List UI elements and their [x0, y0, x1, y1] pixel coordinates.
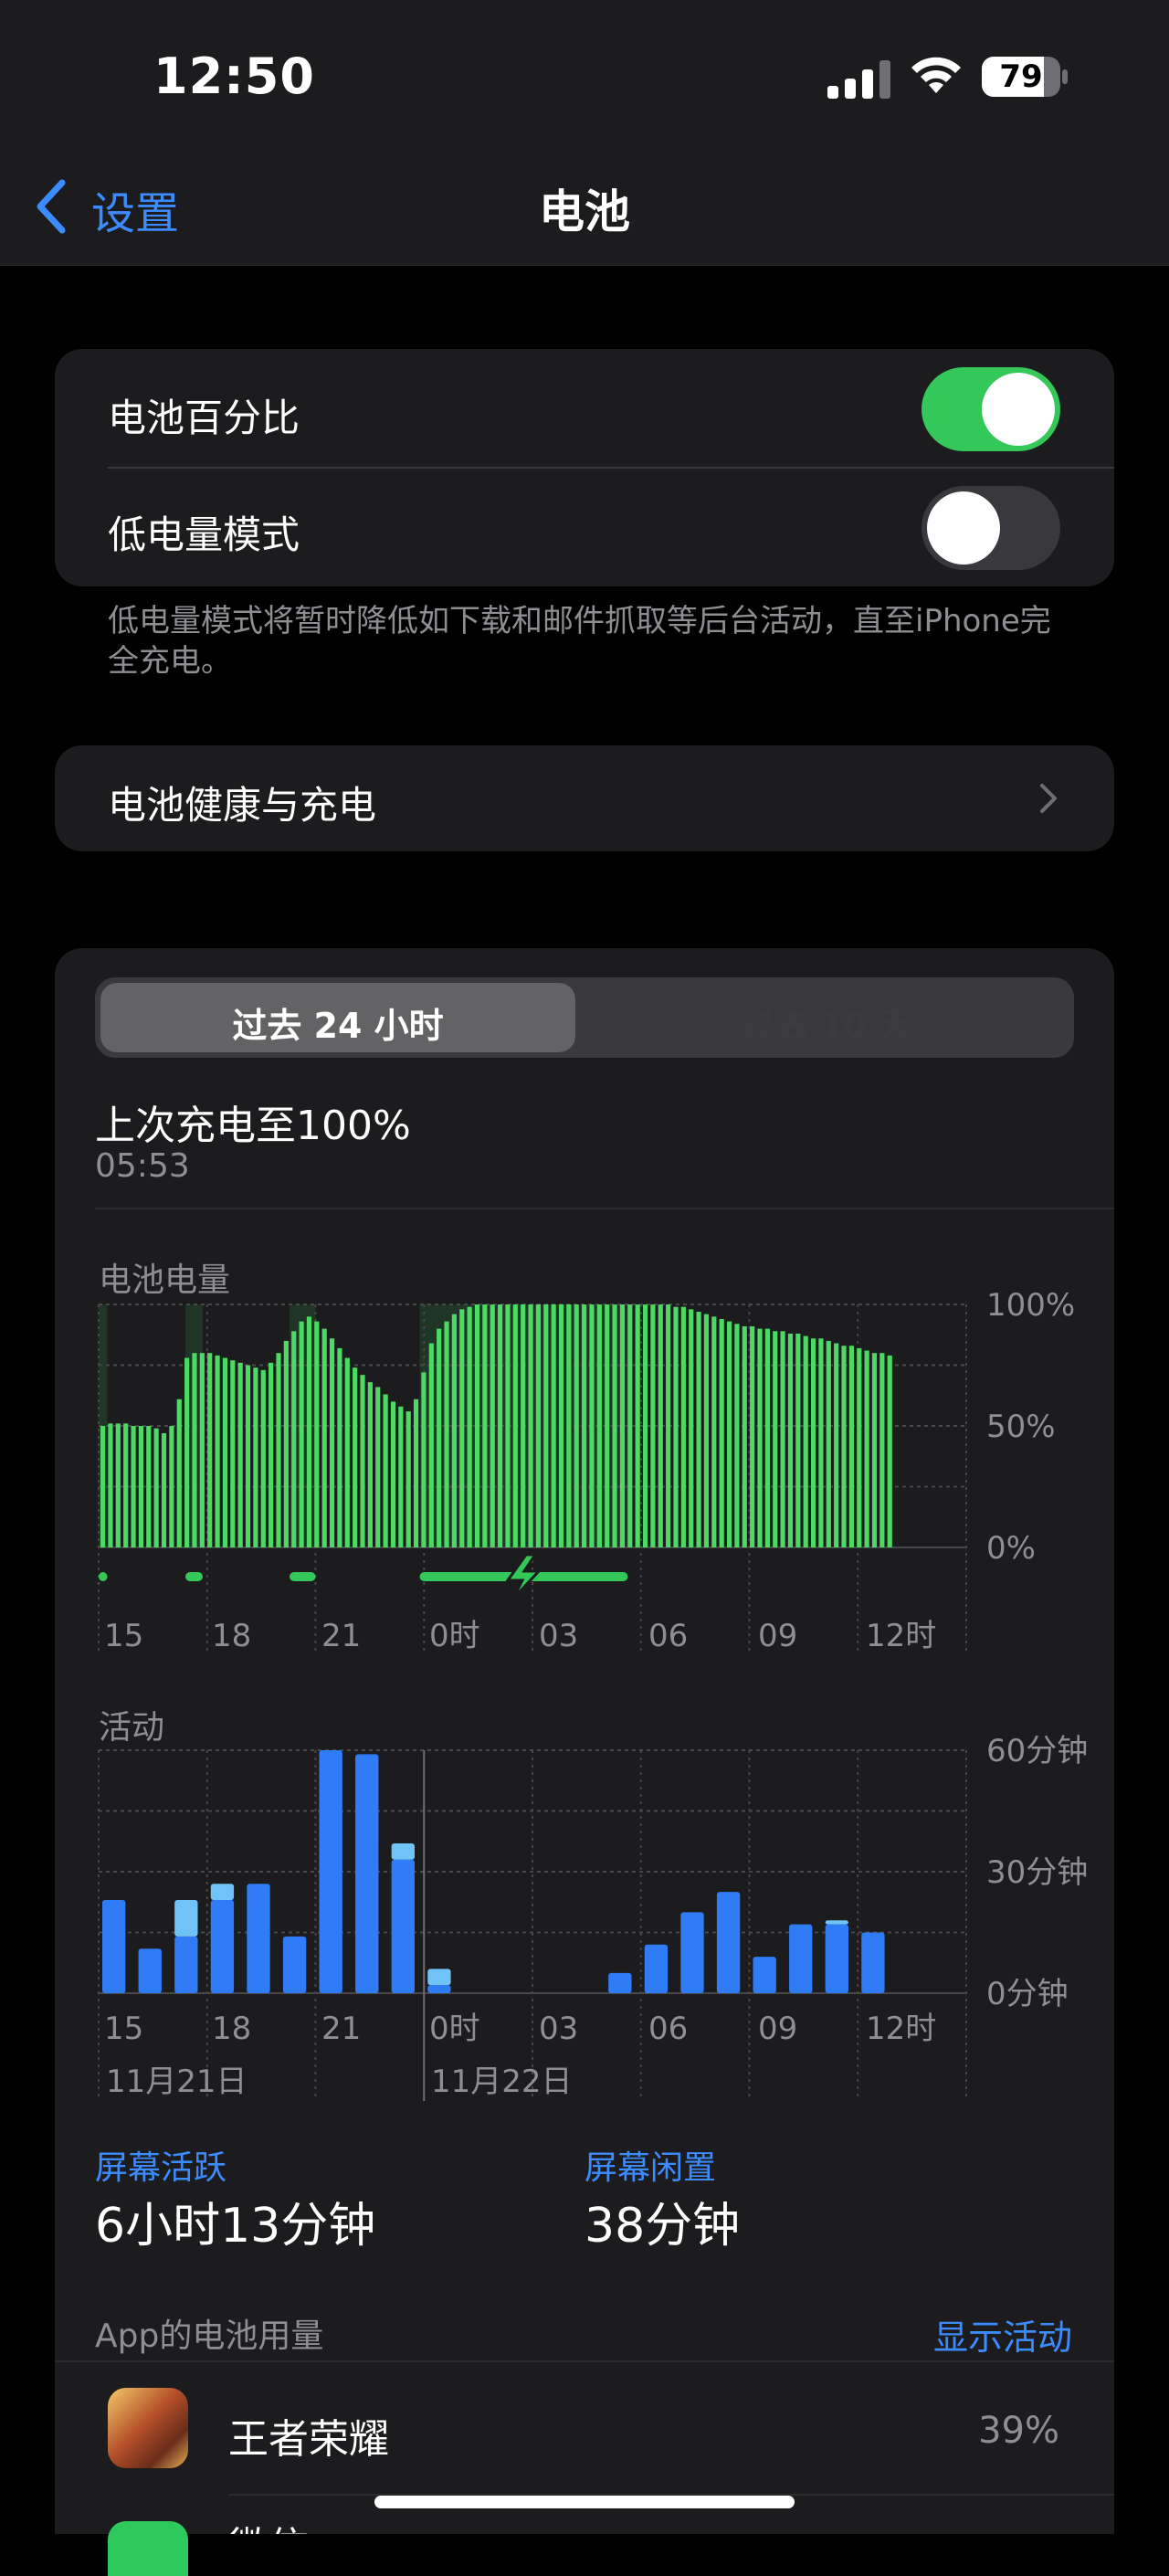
activity-bar-screen-on	[138, 1948, 162, 1993]
activity-bar-screen-on	[427, 1985, 451, 1993]
x-tick-label: 09	[758, 2011, 797, 2047]
date-label: 11月22日	[431, 2064, 573, 2100]
app-usage-header: App的电池用量	[95, 2317, 324, 2355]
y-tick-label: 60分钟	[986, 1733, 1088, 1769]
activity-bar-screen-idle	[174, 1900, 198, 1937]
activity-bar-screen-on	[319, 1750, 342, 1993]
activity-bar-screen-on	[102, 1900, 126, 1993]
x-tick-label: 18	[212, 2011, 251, 2047]
activity-bar-screen-idle	[825, 1920, 848, 1925]
activity-bar-screen-on	[753, 1957, 776, 1993]
x-tick-label: 06	[648, 2011, 688, 2047]
y-tick-label: 0分钟	[986, 1976, 1069, 2012]
app-row-1[interactable]	[55, 2362, 1114, 2494]
screen-on-value: 6小时13分钟	[95, 2199, 376, 2254]
app-usage-percent: 39%	[978, 2410, 1059, 2452]
x-tick-label: 12时	[866, 2011, 936, 2047]
activity-bar-screen-on	[210, 1900, 235, 1993]
date-label: 11月21日	[106, 2064, 247, 2100]
app-icon	[108, 2388, 188, 2468]
screen-idle-value: 38分钟	[584, 2199, 741, 2254]
activity-bar-screen-on	[391, 1859, 415, 1993]
show-activity-button[interactable]: 显示活动	[933, 2309, 1072, 2360]
x-tick-label: 0时	[429, 2011, 480, 2047]
x-tick-label: 15	[104, 2011, 143, 2047]
activity-bar-screen-on	[174, 1936, 198, 1993]
activity-bar-screen-on	[355, 1754, 379, 1993]
x-tick-label: 21	[321, 2011, 361, 2047]
activity-bar-screen-on	[789, 1924, 813, 1993]
activity-bar-screen-idle	[210, 1884, 235, 1901]
activity-bar-screen-on	[247, 1884, 270, 1993]
activity-bar-screen-idle	[427, 1969, 451, 1986]
activity-bar-screen-idle	[391, 1842, 415, 1860]
home-indicator[interactable]	[374, 2496, 795, 2508]
activity-bar-screen-on	[644, 1944, 669, 1993]
activity-bar-screen-on	[282, 1936, 307, 1993]
y-tick-label: 30分钟	[986, 1854, 1088, 1891]
screen-on-label: 屏幕活跃	[95, 2149, 227, 2187]
app-name: 微信	[228, 2514, 309, 2534]
activity-bar-screen-on	[680, 1912, 704, 1993]
x-tick-label: 03	[539, 2011, 578, 2047]
screen-idle-label: 屏幕闲置	[584, 2149, 717, 2187]
activity-chart: 60分钟 30分钟 0分钟 15 18 21 0时 03 06 09 12时 11月21日 11月22日	[98, 1733, 1088, 2101]
activity-bar-screen-on	[608, 1972, 632, 1993]
activity-bar-screen-on	[716, 1892, 741, 1993]
activity-bar-screen-on	[861, 1932, 885, 1993]
activity-bar-screen-on	[825, 1924, 848, 1993]
app-icon	[108, 2521, 188, 2576]
app-name: 王者荣耀	[228, 2416, 389, 2463]
